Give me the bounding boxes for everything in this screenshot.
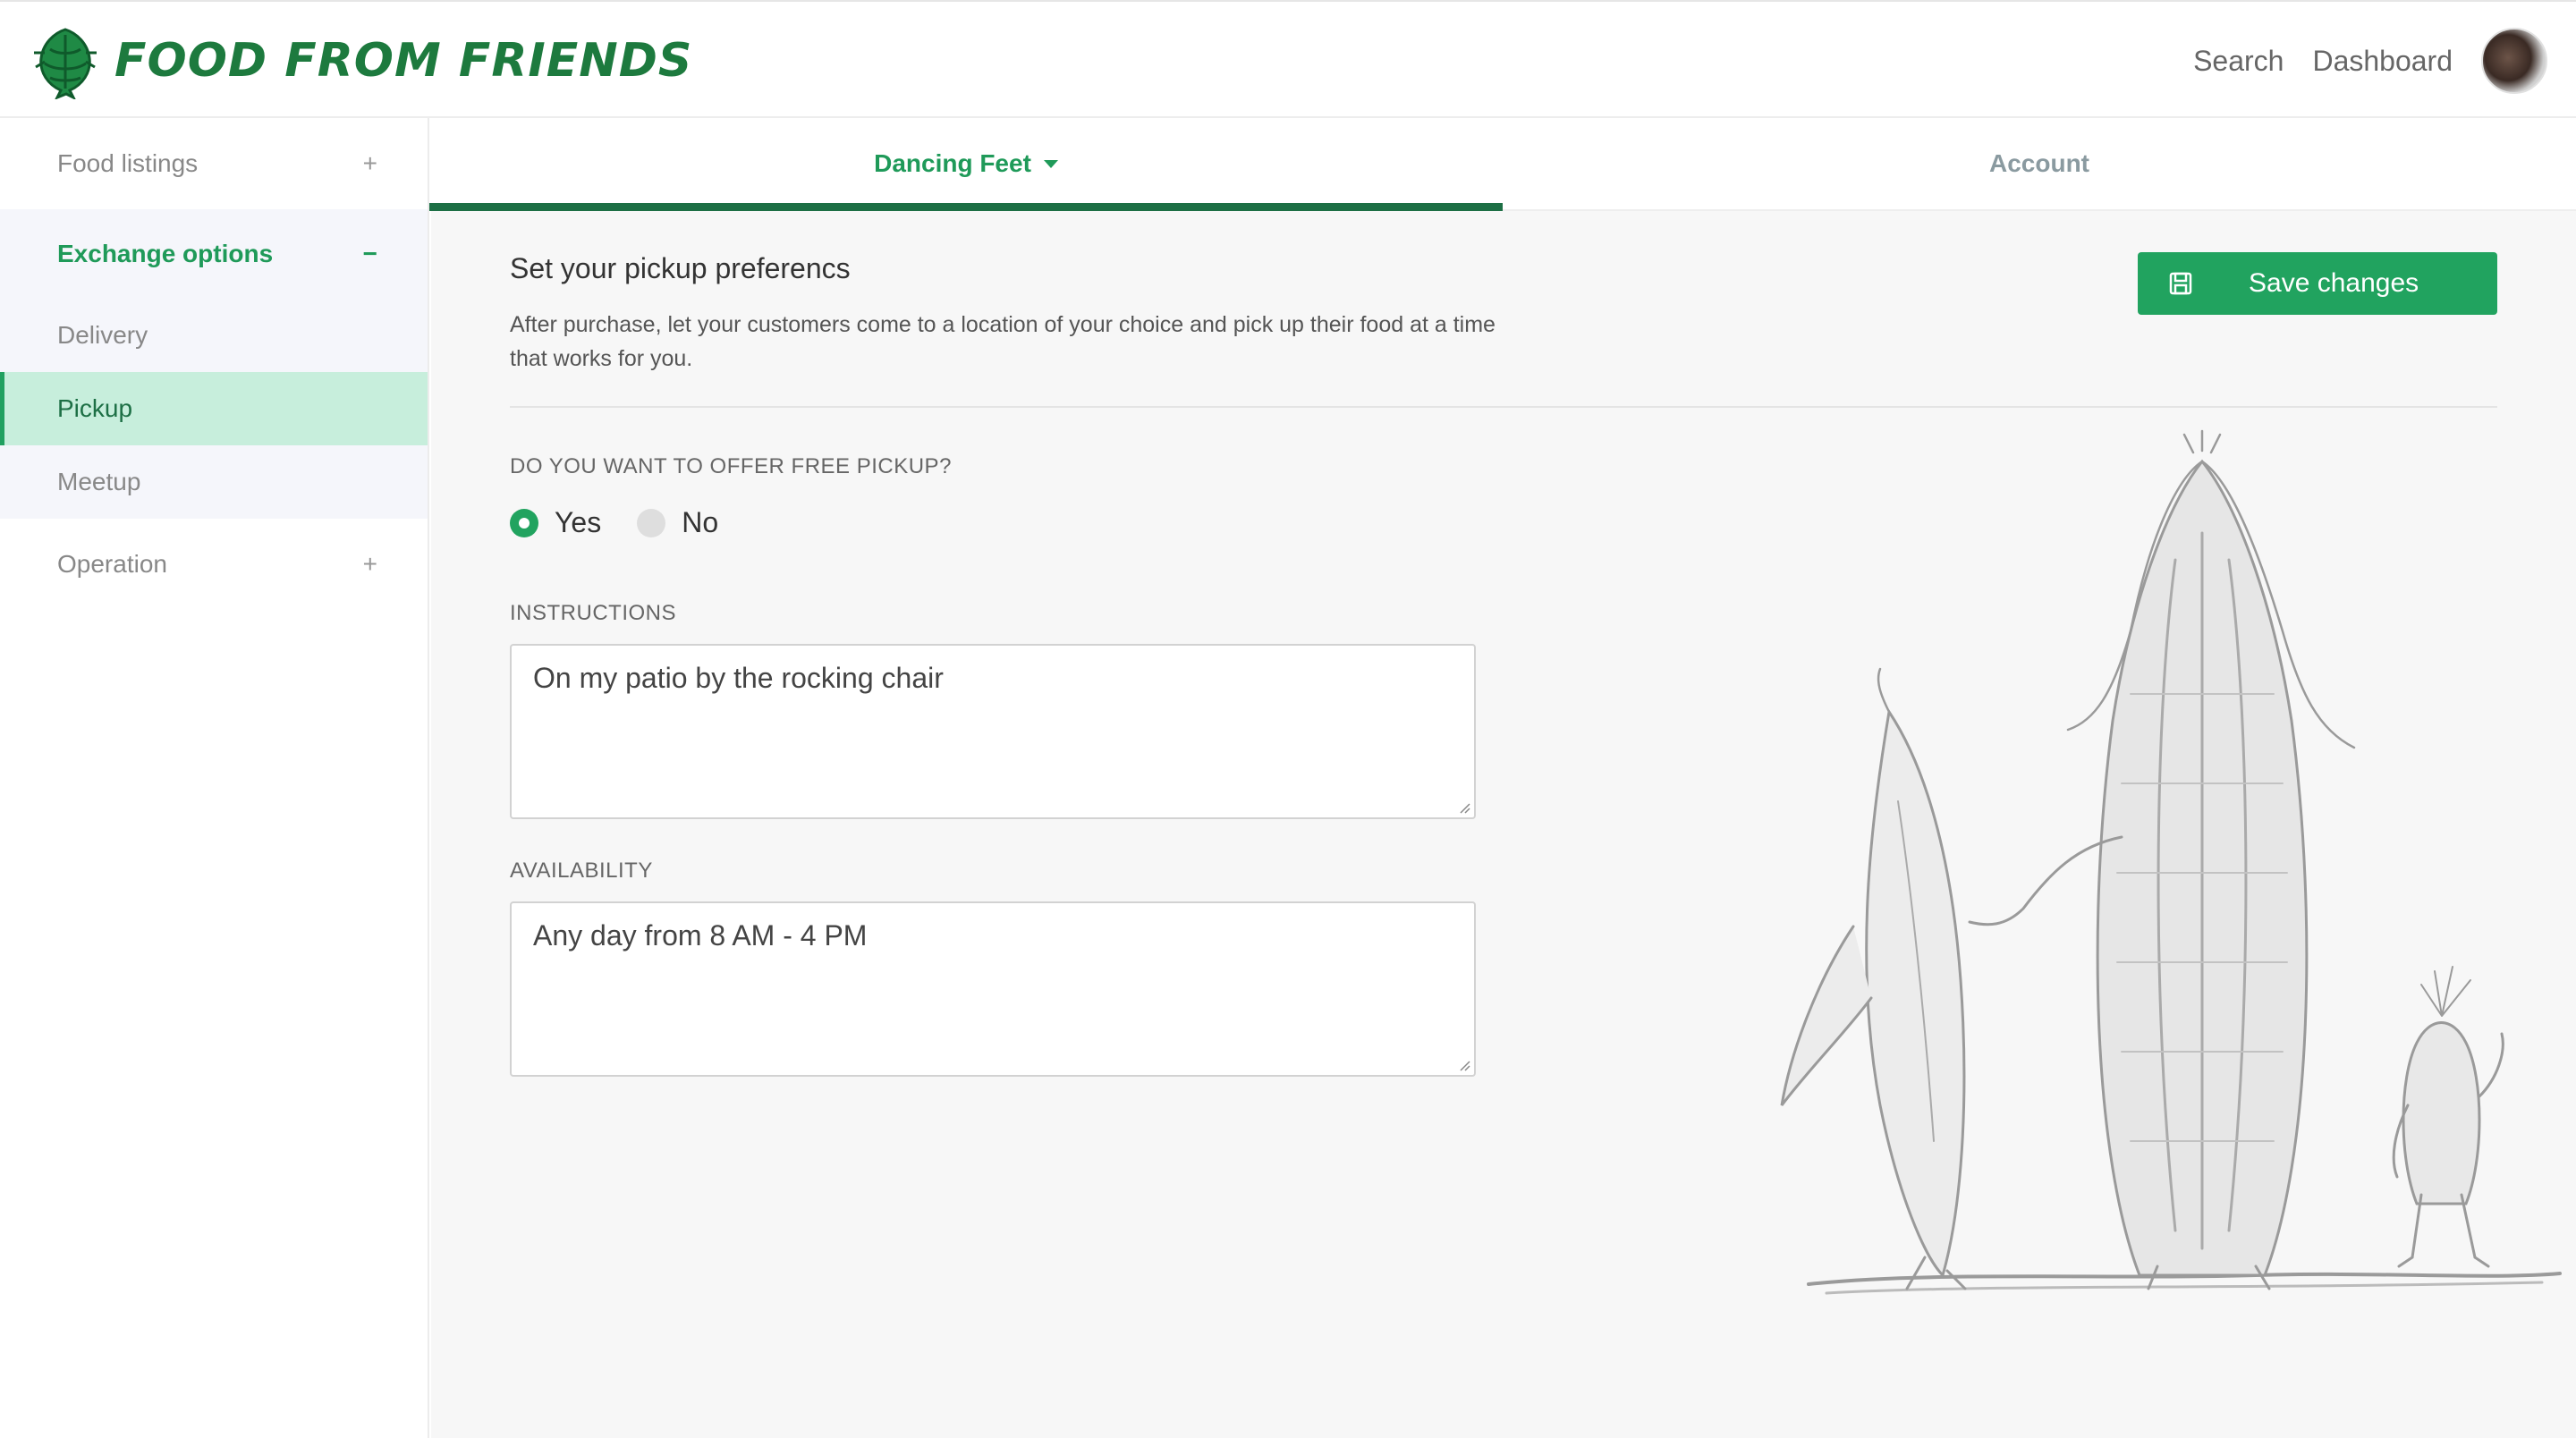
availability-value: Any day from 8 AM - 4 PM (533, 919, 868, 952)
save-button-label: Save changes (2249, 268, 2419, 298)
radio-no[interactable] (637, 508, 666, 537)
radio-yes-label[interactable]: Yes (555, 506, 601, 539)
expand-plus-icon[interactable]: + (363, 550, 377, 579)
radio-yes[interactable] (510, 508, 538, 537)
sidebar-item-label: Operation (57, 550, 167, 578)
sidebar-item-label: Exchange options (57, 240, 274, 267)
sidebar-item-label: Delivery (57, 321, 148, 349)
top-nav: Search Dashboard (2193, 25, 2547, 97)
tab-label: Account (1989, 149, 2089, 177)
brand-name: FOOD FROM FRIENDS (114, 34, 693, 88)
section-divider (510, 406, 2497, 408)
sidebar-item-delivery[interactable]: Delivery (0, 299, 428, 372)
sidebar-item-label: Food listings (57, 149, 199, 177)
sidebar-group-exchange-options: Exchange options − Delivery Pickup Meetu… (0, 209, 428, 519)
radio-no-label[interactable]: No (682, 506, 718, 539)
availability-textarea[interactable]: Any day from 8 AM - 4 PM (510, 901, 1476, 1077)
sidebar-item-food-listings[interactable]: Food listings + (0, 118, 428, 209)
save-changes-button[interactable]: Save changes (2138, 252, 2497, 315)
sidebar-item-exchange-options[interactable]: Exchange options − (0, 209, 428, 299)
resize-handle-icon[interactable] (1458, 801, 1470, 814)
instructions-value: On my patio by the rocking chair (533, 662, 944, 694)
instructions-textarea[interactable]: On my patio by the rocking chair (510, 644, 1476, 819)
brand-logo[interactable]: FOOD FROM FRIENDS (27, 21, 692, 100)
free-pickup-radio-group: Yes No (510, 506, 754, 539)
sidebar-item-meetup[interactable]: Meetup (0, 445, 428, 519)
expand-plus-icon[interactable]: + (363, 149, 377, 178)
sidebar-item-label: Meetup (57, 468, 141, 495)
top-header: FOOD FROM FRIENDS Search Dashboard (0, 0, 2576, 118)
user-avatar[interactable] (2481, 28, 2547, 94)
free-pickup-question: DO YOU WANT TO OFFER FREE PICKUP? (510, 454, 952, 478)
sidebar-item-operation[interactable]: Operation + (0, 519, 428, 610)
nav-search-link[interactable]: Search (2193, 45, 2284, 78)
nav-dashboard-link[interactable]: Dashboard (2312, 45, 2453, 78)
corn-family-illustration (1780, 429, 2562, 1295)
collapse-minus-icon[interactable]: − (363, 240, 377, 268)
instructions-label: INSTRUCTIONS (510, 601, 676, 625)
floppy-disk-icon (2169, 272, 2192, 295)
tab-dancing-feet[interactable]: Dancing Feet (429, 118, 1503, 211)
tab-bar: Dancing Feet Account (429, 118, 2576, 211)
page-title: Set your pickup preferencs (510, 252, 851, 284)
main-content: Set your pickup preferencs After purchas… (431, 211, 2576, 1438)
resize-handle-icon[interactable] (1458, 1059, 1470, 1071)
tab-label: Dancing Feet (874, 149, 1031, 177)
sidebar: Food listings + Exchange options − Deliv… (0, 118, 429, 1438)
artichoke-logo-icon (34, 28, 97, 99)
page-description: After purchase, let your customers come … (510, 312, 1496, 371)
availability-label: AVAILABILITY (510, 859, 653, 883)
sidebar-item-pickup[interactable]: Pickup (0, 372, 428, 445)
sidebar-item-label: Pickup (57, 394, 133, 422)
tab-account[interactable]: Account (1503, 118, 2576, 209)
caret-down-icon (1043, 159, 1058, 168)
